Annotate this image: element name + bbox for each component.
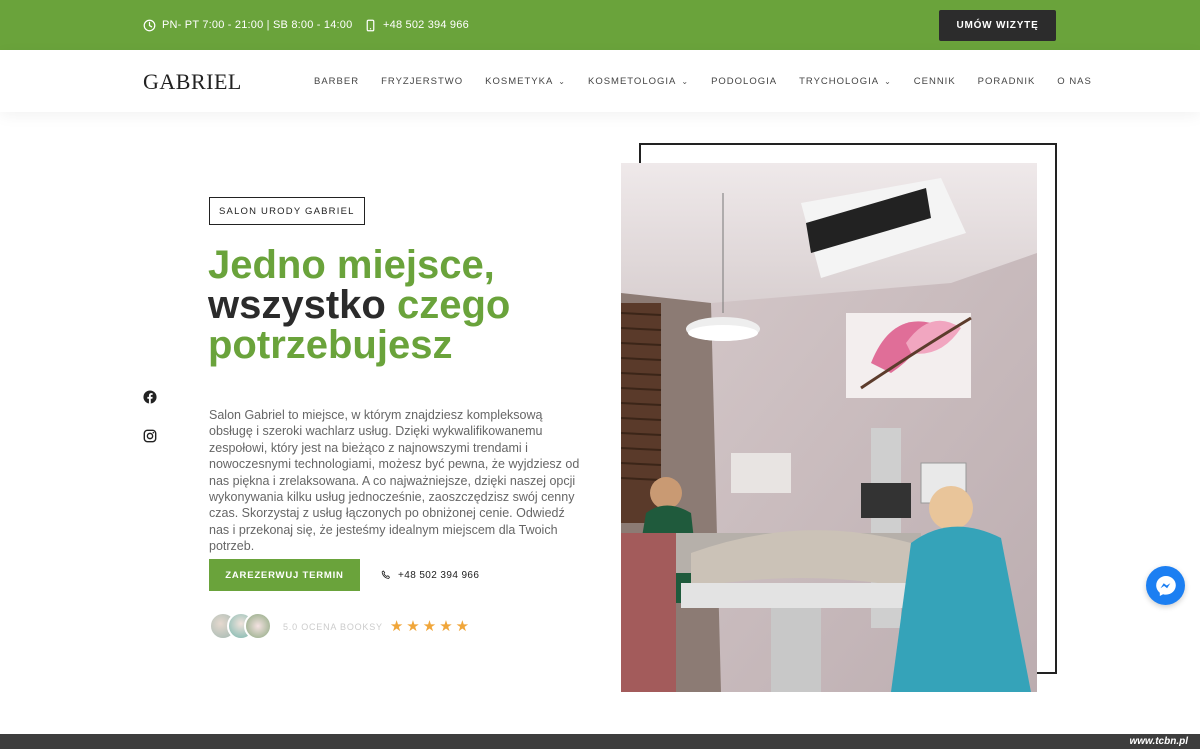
headline-line-2-green: czego xyxy=(385,283,511,327)
chevron-down-icon[interactable]: ⌄ xyxy=(558,77,566,86)
phone-icon xyxy=(381,570,390,579)
chevron-down-icon[interactable]: ⌄ xyxy=(681,77,689,86)
nav-item-barber[interactable]: BARBER xyxy=(314,76,359,87)
top-phone-number[interactable]: +48 502 394 966 xyxy=(383,19,469,31)
nav-item-fryzjerstwo[interactable]: FRYZJERSTWO xyxy=(381,76,463,87)
hero-description: Salon Gabriel to miejsce, w którym znajd… xyxy=(209,408,580,554)
nav-item-poradnik[interactable]: PORADNIK xyxy=(978,76,1036,87)
hero-tag: SALON URODY GABRIEL xyxy=(209,197,365,225)
logo[interactable]: GABRIEL xyxy=(143,69,242,95)
instagram-icon[interactable] xyxy=(143,429,157,443)
star-icon: ★ xyxy=(422,618,437,635)
opening-hours-text: PN- PT 7:00 - 21:00 | SB 8:00 - 14:00 xyxy=(162,19,353,31)
headline-line-1: Jedno miejsce, xyxy=(208,243,495,287)
nav-item-podologia[interactable]: PODOLOGIA xyxy=(711,76,777,87)
star-icon: ★ xyxy=(439,618,453,635)
mobile-phone-icon xyxy=(366,19,375,31)
bottom-strip: www.tcbn.pl xyxy=(0,734,1200,749)
chevron-down-icon[interactable]: ⌄ xyxy=(884,77,892,86)
booksy-rating: 5.0 OCENA BOOKSY ★ ★ ★ ★ ★ xyxy=(283,619,469,634)
star-icon: ★ xyxy=(406,618,420,635)
messenger-icon xyxy=(1155,575,1176,596)
star-icon: ★ xyxy=(389,618,404,635)
top-phone[interactable]: +48 502 394 966 xyxy=(364,0,469,50)
hero-phone[interactable]: +48 502 394 966 xyxy=(381,559,479,591)
main-nav: BARBER FRYZJERSTWO KOSMETYKA ⌄ KOSMETOLOG… xyxy=(314,50,1114,112)
reserve-button[interactable]: ZAREZERWUJ TERMIN xyxy=(209,559,360,591)
watermark-text: www.tcbn.pl xyxy=(1129,736,1188,747)
book-visit-button[interactable]: UMÓW WIZYTĘ xyxy=(939,10,1056,41)
salon-treatment-photo xyxy=(621,163,1037,692)
rating-text: 5.0 OCENA BOOKSY xyxy=(283,621,383,632)
messenger-chat-button[interactable] xyxy=(1146,566,1185,605)
hero-phone-number[interactable]: +48 502 394 966 xyxy=(398,570,479,581)
main-header: GABRIEL BARBER FRYZJERSTWO KOSMETYKA ⌄ KO… xyxy=(0,50,1200,112)
avatar xyxy=(244,612,272,640)
nav-item-o-nas[interactable]: O NAS xyxy=(1057,76,1092,87)
salon-photo-illustration xyxy=(621,163,1037,692)
clock-icon xyxy=(143,19,156,31)
headline-line-3: potrzebujesz xyxy=(208,323,453,367)
nav-item-kosmetyka[interactable]: KOSMETYKA ⌄ xyxy=(485,76,566,87)
nav-item-cennik[interactable]: CENNIK xyxy=(914,76,956,87)
nav-item-trychologia[interactable]: TRYCHOLOGIA ⌄ xyxy=(799,76,892,87)
top-bar: PN- PT 7:00 - 21:00 | SB 8:00 - 14:00 +4… xyxy=(0,0,1200,50)
nav-item-kosmetologia[interactable]: KOSMETOLOGIA ⌄ xyxy=(588,76,689,87)
opening-hours: PN- PT 7:00 - 21:00 | SB 8:00 - 14:00 xyxy=(143,0,352,50)
star-icon: ★ xyxy=(455,618,470,635)
facebook-icon[interactable] xyxy=(143,390,157,404)
client-avatars xyxy=(209,612,272,640)
rating-stars: ★ ★ ★ ★ ★ xyxy=(390,619,469,634)
hero-headline: Jedno miejsce, wszystko czego potrzebuje… xyxy=(208,245,588,365)
headline-line-2-dark: wszystko xyxy=(208,283,386,327)
